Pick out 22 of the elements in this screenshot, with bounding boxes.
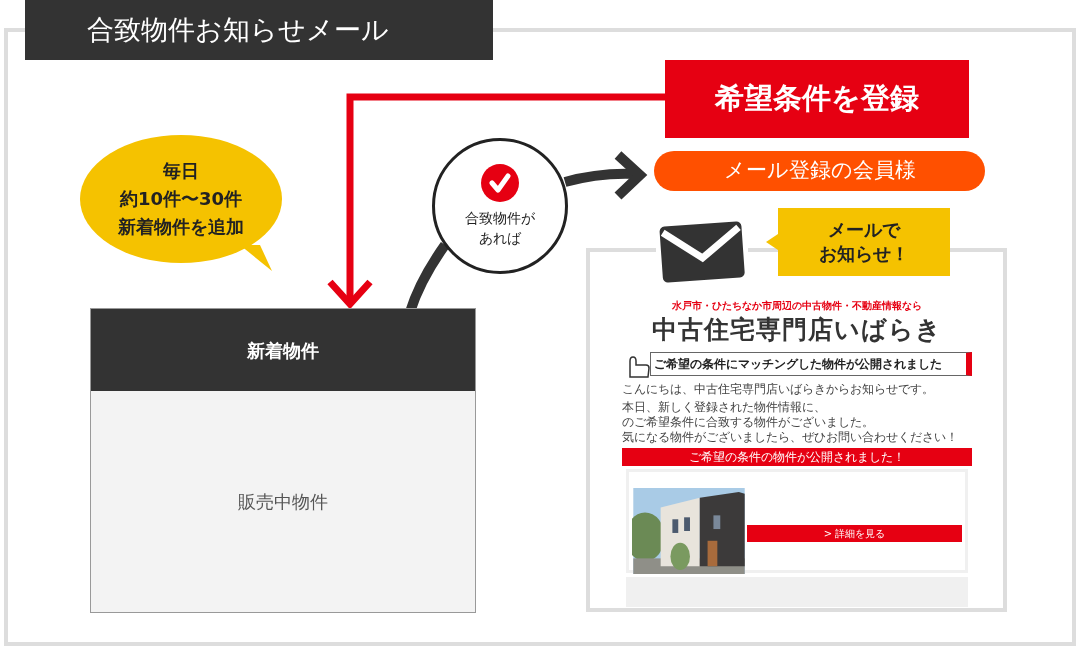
bubble-text-line: 約10件〜30件 (119, 187, 243, 211)
section-title: 合致物件お知らせメール (25, 0, 493, 60)
email-paragraph-line: のご希望条件に合致する物件がございました。 (622, 415, 875, 430)
bubble-text-line: 毎日 (163, 159, 199, 183)
check-icon (481, 164, 519, 202)
panel-body-text: 販売中物件 (237, 490, 329, 514)
member-pill: メール登録の会員様 (654, 151, 985, 191)
email-paragraph-line: 気になる物件がございましたら、ぜひお問い合わせください！ (622, 430, 959, 445)
panel-header: 新着物件 (91, 309, 475, 391)
shop-name: 中古住宅専門店いばらき (651, 314, 943, 346)
match-circle-text: あれば (479, 229, 521, 248)
email-tagline: 水戸市・ひたちなか市周辺の中古物件・不動産情報なら (671, 299, 923, 313)
email-banner: ご希望の条件にマッチングした物件が公開されました (650, 352, 972, 376)
callout-text-line: お知らせ！ (819, 242, 909, 266)
detail-button[interactable]: > 詳細を見る (747, 525, 962, 542)
callout-text-line: メールで (828, 218, 900, 242)
bubble-text-line: 新着物件を追加 (118, 215, 244, 239)
email-paragraph-line: 本日、新しく登録された物件情報に、 (622, 400, 827, 415)
greeting-text: こんにちは、中古住宅専門店いばらきからお知らせです。 (622, 382, 935, 397)
match-circle-text: 合致物件が (465, 209, 535, 228)
section-header: ご希望の条件の物件が公開されました！ (622, 448, 972, 466)
register-banner: 希望条件を登録 (665, 60, 969, 138)
